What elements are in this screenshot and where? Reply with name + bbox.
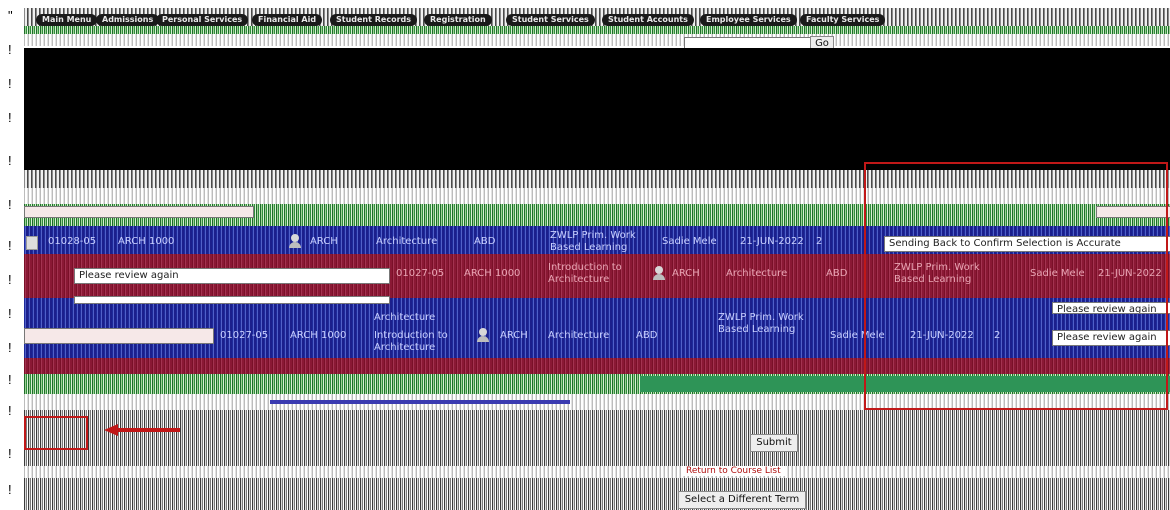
cell-count: 2 bbox=[816, 236, 823, 247]
nav-item-student-accounts[interactable]: Student Accounts bbox=[602, 14, 694, 26]
cell-title: Introduction to Architecture bbox=[548, 262, 622, 285]
gutter-mark: ! bbox=[8, 372, 12, 387]
return-link[interactable]: Return to Course List bbox=[682, 466, 785, 476]
cell-mode: ZWLP Prim. Work Based Learning bbox=[550, 230, 636, 253]
cell-dept: Architecture bbox=[374, 312, 436, 323]
highlight-box-left bbox=[24, 416, 88, 450]
row-checkbox[interactable] bbox=[26, 236, 38, 250]
cell-level: ABD bbox=[636, 330, 658, 341]
cell-date: 21-JUN-2022 bbox=[740, 236, 804, 247]
cell-dept: Architecture bbox=[548, 330, 610, 341]
nav-item-personal-services[interactable]: Personal Services bbox=[156, 14, 249, 26]
nav-underline bbox=[24, 26, 1170, 34]
gutter-mark: ! bbox=[8, 110, 12, 125]
nav-item-main-menu[interactable]: Main Menu bbox=[36, 14, 98, 26]
cell-instructor: Sadie Mele bbox=[662, 236, 717, 247]
arrow-icon bbox=[104, 424, 180, 436]
gutter-mark: ! bbox=[8, 272, 12, 287]
user-icon bbox=[652, 266, 666, 280]
cell-subject: ARCH bbox=[310, 236, 338, 247]
nav-item-faculty-services[interactable]: Faculty Services bbox=[800, 14, 886, 26]
row-input[interactable] bbox=[74, 296, 390, 304]
form-area bbox=[24, 410, 1170, 466]
cell-crn: 01027-05 bbox=[396, 268, 445, 279]
cell-subject: ARCH bbox=[672, 268, 700, 279]
link-underline bbox=[270, 400, 570, 404]
cell-course: ARCH 1000 bbox=[118, 236, 175, 247]
gutter-mark: ! bbox=[8, 42, 12, 57]
select-different-term-button[interactable]: Select a Different Term bbox=[678, 491, 806, 509]
black-content-area bbox=[24, 48, 1170, 170]
nav-item-student-services[interactable]: Student Services bbox=[506, 14, 595, 26]
cell-subject: ARCH bbox=[500, 330, 528, 341]
comment-input[interactable]: Please review again bbox=[74, 268, 390, 284]
highlight-box-right bbox=[864, 162, 1168, 410]
cell-course: ARCH 1000 bbox=[464, 268, 521, 279]
gutter-mark: ! bbox=[8, 76, 12, 91]
cell-crn: 01027-05 bbox=[220, 330, 269, 341]
nav-item-registration[interactable]: Registration bbox=[424, 14, 492, 26]
left-gutter: " ! ! ! ! ! ! ! ! ! ! ! ! ! bbox=[0, 0, 24, 510]
footer-area bbox=[24, 478, 1170, 510]
nav-item-admissions[interactable]: Admissions bbox=[96, 14, 160, 26]
gutter-mark: " bbox=[8, 8, 13, 23]
cell-course: ARCH 1000 bbox=[290, 330, 347, 341]
row-input[interactable] bbox=[24, 328, 214, 344]
gutter-mark: ! bbox=[8, 446, 12, 461]
gutter-mark: ! bbox=[8, 238, 12, 253]
gutter-mark: ! bbox=[8, 197, 12, 212]
nav-item-student-records[interactable]: Student Records bbox=[330, 14, 417, 26]
user-icon bbox=[288, 234, 302, 248]
gutter-mark: ! bbox=[8, 306, 12, 321]
gutter-mark: ! bbox=[8, 482, 12, 497]
nav-item-financial-aid[interactable]: Financial Aid bbox=[252, 14, 323, 26]
header-input-left[interactable] bbox=[24, 206, 254, 218]
cell-dept: Architecture bbox=[726, 268, 788, 279]
cell-title: Introduction to Architecture bbox=[374, 330, 448, 353]
cell-mode: ZWLP Prim. Work Based Learning bbox=[718, 312, 804, 335]
cell-crn: 01028-05 bbox=[48, 236, 97, 247]
cell-level: ABD bbox=[474, 236, 496, 247]
gutter-mark: ! bbox=[8, 403, 12, 418]
footer-band bbox=[24, 466, 1170, 478]
cell-dept: Architecture bbox=[376, 236, 438, 247]
nav-item-employee-services[interactable]: Employee Services bbox=[700, 14, 797, 26]
gutter-mark: ! bbox=[8, 340, 12, 355]
submit-button[interactable]: Submit bbox=[750, 434, 798, 452]
user-icon bbox=[476, 328, 490, 342]
gutter-mark: ! bbox=[8, 153, 12, 168]
cell-level: ABD bbox=[826, 268, 848, 279]
search-band bbox=[24, 34, 1170, 46]
